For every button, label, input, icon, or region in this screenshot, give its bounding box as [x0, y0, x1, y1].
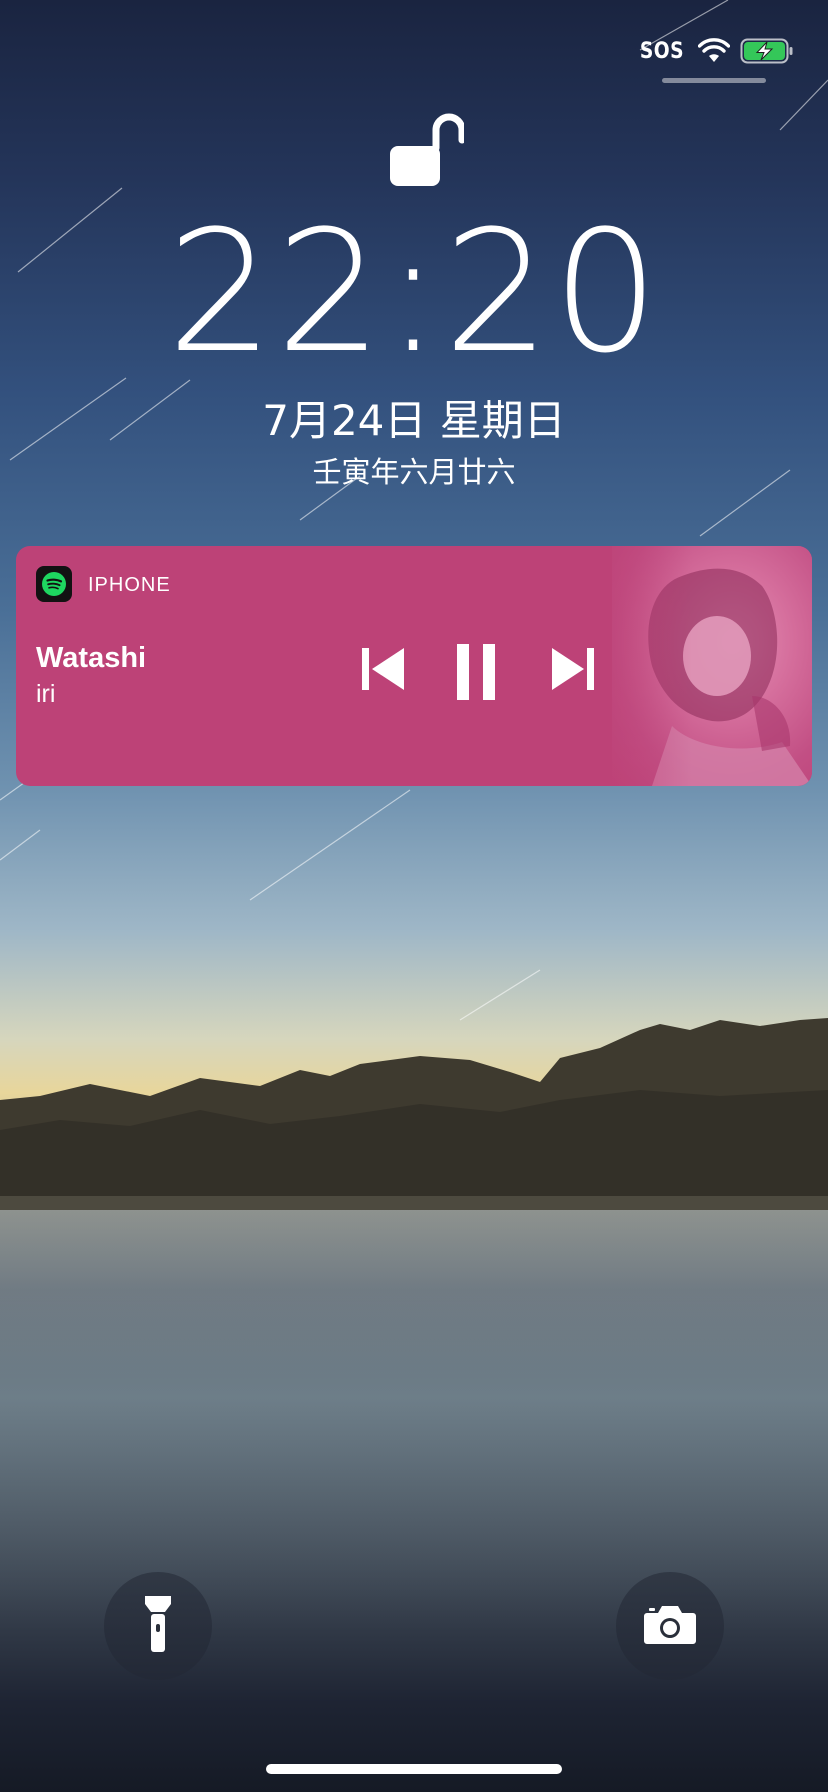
now-playing-widget[interactable]: IPHONE Watashi iri	[16, 546, 812, 786]
previous-track-icon[interactable]	[360, 646, 406, 697]
control-center-grabber[interactable]	[662, 78, 766, 83]
wifi-icon	[698, 38, 730, 64]
lake-reflection	[0, 1210, 828, 1630]
track-artist: iri	[36, 680, 56, 708]
track-title: Watashi	[36, 642, 147, 674]
lunar-date: 壬寅年六月廿六	[312, 455, 516, 489]
pause-icon[interactable]	[456, 642, 496, 707]
lock-screen-date: 7月24日 星期日	[262, 396, 566, 445]
flashlight-icon	[143, 1594, 173, 1659]
playback-source-label: IPHONE	[88, 574, 171, 596]
next-track-icon[interactable]	[550, 646, 596, 697]
lock-screen-time: 22:20	[166, 194, 662, 390]
status-bar: SOS	[636, 36, 794, 66]
unlocked-padlock-icon	[390, 108, 466, 193]
camera-button[interactable]	[616, 1572, 724, 1680]
sos-indicator: SOS	[639, 38, 685, 64]
mountain-silhouette	[0, 1018, 828, 1210]
home-indicator[interactable]	[266, 1764, 562, 1774]
camera-icon	[643, 1603, 697, 1650]
spotify-icon[interactable]	[36, 566, 72, 602]
battery-charging-icon	[740, 38, 794, 64]
flashlight-button[interactable]	[104, 1572, 212, 1680]
